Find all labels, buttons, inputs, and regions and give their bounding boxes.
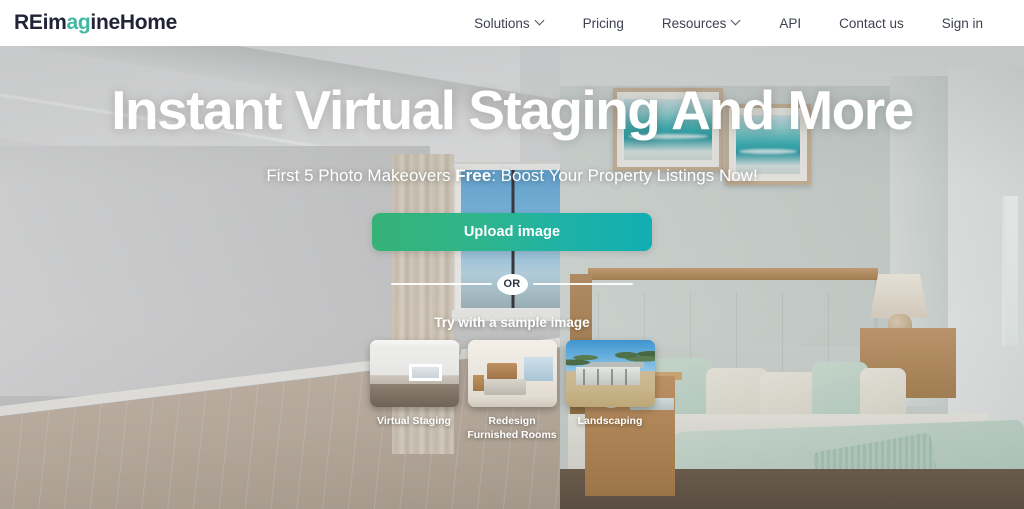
nav-label-api: API	[779, 15, 802, 31]
nav-item-sign-in[interactable]: Sign in	[923, 10, 1002, 37]
sample-redesign-furnished-rooms[interactable]: Redesign Furnished Rooms	[467, 339, 557, 443]
thumb-floor	[369, 383, 459, 407]
upload-image-button[interactable]: Upload image	[372, 212, 652, 251]
or-label: OR	[496, 273, 528, 295]
nav-item-pricing[interactable]: Pricing	[564, 10, 643, 37]
hero-subtitle-highlight: Free	[455, 165, 492, 185]
hero-section: Instant Virtual Staging And More First 5…	[0, 46, 1024, 509]
page-title: Instant Virtual Staging And More	[111, 79, 914, 141]
sample-label-landscaping: Landscaping	[577, 414, 643, 427]
thumb-bed	[483, 378, 527, 395]
nav-label-resources: Resources	[661, 15, 727, 31]
sample-image-list: Virtual Staging Redesign Furnished Rooms	[369, 339, 655, 443]
or-divider: OR	[391, 273, 633, 295]
main-nav: Solutions Pricing Resources API Contact …	[455, 10, 1002, 37]
thumb-nightstand	[472, 374, 485, 391]
hero-subtitle-before: First 5 Photo Makeovers	[266, 165, 456, 185]
nav-label-pricing: Pricing	[582, 15, 624, 31]
thumb-floor	[467, 396, 557, 407]
hero-subtitle: First 5 Photo Makeovers Free: Boost Your…	[266, 166, 757, 186]
chevron-down-icon	[536, 17, 545, 26]
nav-item-solutions[interactable]: Solutions	[455, 10, 564, 37]
nav-label-solutions: Solutions	[474, 15, 530, 31]
nav-item-api[interactable]: API	[760, 10, 820, 37]
logo[interactable]: REimagineHome	[14, 11, 177, 35]
furnished-bedroom-thumb[interactable]	[467, 339, 557, 407]
logo-text-accent2: g	[77, 11, 91, 34]
logo-text-part3: ineHome	[90, 11, 177, 34]
site-header: REimagineHome Solutions Pricing Resource…	[0, 0, 1024, 46]
thumb-headboard	[487, 362, 518, 380]
logo-text-part1: REim	[14, 11, 67, 34]
empty-room-thumb[interactable]	[369, 339, 459, 407]
thumb-window	[524, 357, 553, 382]
sample-label-redesign-furnished-rooms: Redesign Furnished Rooms	[467, 414, 557, 442]
thumb-ceiling	[369, 339, 459, 351]
thumb-ground	[565, 385, 655, 407]
nav-item-contact-us[interactable]: Contact us	[820, 10, 923, 37]
page-root: REimagineHome Solutions Pricing Resource…	[0, 0, 1024, 509]
hero-content: Instant Virtual Staging And More First 5…	[0, 46, 1024, 509]
nav-item-resources[interactable]: Resources	[643, 10, 761, 37]
thumb-window	[408, 363, 443, 382]
thumb-porch-posts	[583, 369, 637, 386]
house-exterior-thumb[interactable]	[565, 339, 655, 407]
sample-virtual-staging[interactable]: Virtual Staging	[369, 339, 459, 429]
sample-landscaping[interactable]: Landscaping	[565, 339, 655, 429]
sample-label-virtual-staging: Virtual Staging	[377, 414, 451, 427]
chevron-down-icon	[732, 17, 741, 26]
divider-line-left	[391, 283, 492, 286]
divider-line-right	[532, 283, 633, 286]
logo-text-accent1: a	[66, 11, 78, 34]
nav-label-sign-in: Sign in	[941, 15, 983, 31]
nav-label-contact-us: Contact us	[839, 15, 904, 31]
sample-image-prompt: Try with a sample image	[434, 314, 590, 330]
hero-subtitle-after: : Boost Your Property Listings Now!	[491, 165, 758, 185]
